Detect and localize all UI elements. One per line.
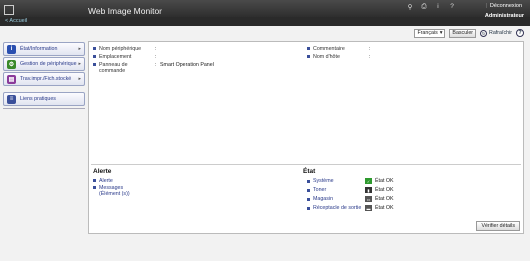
info-icon[interactable]: i [434, 3, 442, 11]
status-row-system: Système ✓ État OK [307, 178, 394, 184]
sidebar-item-device-management[interactable]: ⚙ Gestion de périphérique ▸ [3, 57, 85, 71]
breadcrumb: < Accueil [0, 17, 530, 26]
status-output-link[interactable]: Réceptacle de sortie [313, 205, 365, 211]
logout-link[interactable]: Déconnexion [490, 3, 522, 9]
breadcrumb-home-link[interactable]: < Accueil [5, 18, 27, 24]
sidebar-item-print-jobs[interactable]: ▤ Trav.impr./Fich.stocké ▸ [3, 72, 85, 86]
printer-icon[interactable]: ⎙ [420, 3, 428, 11]
language-select[interactable]: Français ▾ [414, 28, 446, 38]
print-jobs-icon: ▤ [7, 74, 16, 84]
help-icon[interactable]: ? [448, 3, 456, 11]
device-gear-icon: ⚙ [7, 59, 16, 69]
header-icons: ⚲ ⎙ i ? [406, 3, 456, 11]
sidebar-item-label: Liens pratiques [20, 96, 56, 102]
status-tray-link[interactable]: Magasin [313, 196, 365, 202]
info-row: Panneau de commande: Smart Operation Pane… [93, 62, 214, 74]
switch-language-button[interactable]: Basculer [449, 28, 477, 38]
status-row-toner: Toner ▮ État OK [307, 187, 394, 193]
status-row-tray: Magasin ▭ État OK [307, 196, 394, 202]
section-divider [91, 164, 521, 165]
system-ok-icon: ✓ [365, 178, 372, 184]
refresh-icon: ↻ [480, 29, 488, 37]
help-icon[interactable]: ? [516, 29, 524, 37]
chevron-right-icon: ▸ [78, 76, 81, 82]
links-icon: ≡ [7, 94, 16, 104]
sidebar-item-links[interactable]: ≡ Liens pratiques [3, 92, 85, 106]
alert-link[interactable]: Alerte [93, 178, 113, 184]
chevron-right-icon: ▸ [78, 46, 81, 52]
sidebar-divider [3, 108, 85, 109]
status-toner-link[interactable]: Toner [313, 187, 365, 193]
sidebar-item-label: Gestion de périphérique [20, 61, 77, 67]
sidebar-item-status-info[interactable]: i État/Information ▸ [3, 42, 85, 56]
output-tray-icon: ▬ [365, 205, 372, 211]
search-icon[interactable]: ⚲ [406, 3, 414, 11]
tray-icon: ▭ [365, 196, 372, 202]
refresh-button[interactable]: ↻ Rafraîchir [480, 29, 512, 37]
app-title: Web Image Monitor [88, 6, 163, 16]
alert-title: Alerte [93, 168, 112, 175]
info-icon: i [7, 44, 16, 54]
chevron-right-icon: ▸ [78, 61, 81, 67]
logo [4, 5, 14, 15]
status-row-output: Réceptacle de sortie ▬ État OK [307, 205, 394, 211]
info-row: Commentaire: [307, 46, 374, 52]
check-details-button[interactable]: Vérifier détails [476, 221, 520, 231]
sidebar-item-label: Trav.impr./Fich.stocké [20, 76, 72, 82]
messages-link[interactable]: Messages (Élément (s)) [93, 185, 143, 197]
sidebar-item-label: État/Information [20, 46, 58, 52]
info-row: Emplacement: [93, 54, 160, 60]
main-panel: Nom périphérique: Emplacement: Panneau d… [88, 41, 524, 234]
status-title: État [303, 168, 316, 175]
chevron-down-icon: ▾ [439, 30, 443, 36]
info-row: Nom périphérique: [93, 46, 160, 52]
info-row: Nom d'hôte: [307, 54, 374, 60]
toner-icon: ▮ [365, 187, 372, 193]
sidebar: i État/Information ▸ ⚙ Gestion de périph… [3, 42, 85, 107]
toolbar: Français ▾ Basculer ↻ Rafraîchir ? [414, 28, 524, 38]
status-system-link[interactable]: Système [313, 178, 365, 184]
